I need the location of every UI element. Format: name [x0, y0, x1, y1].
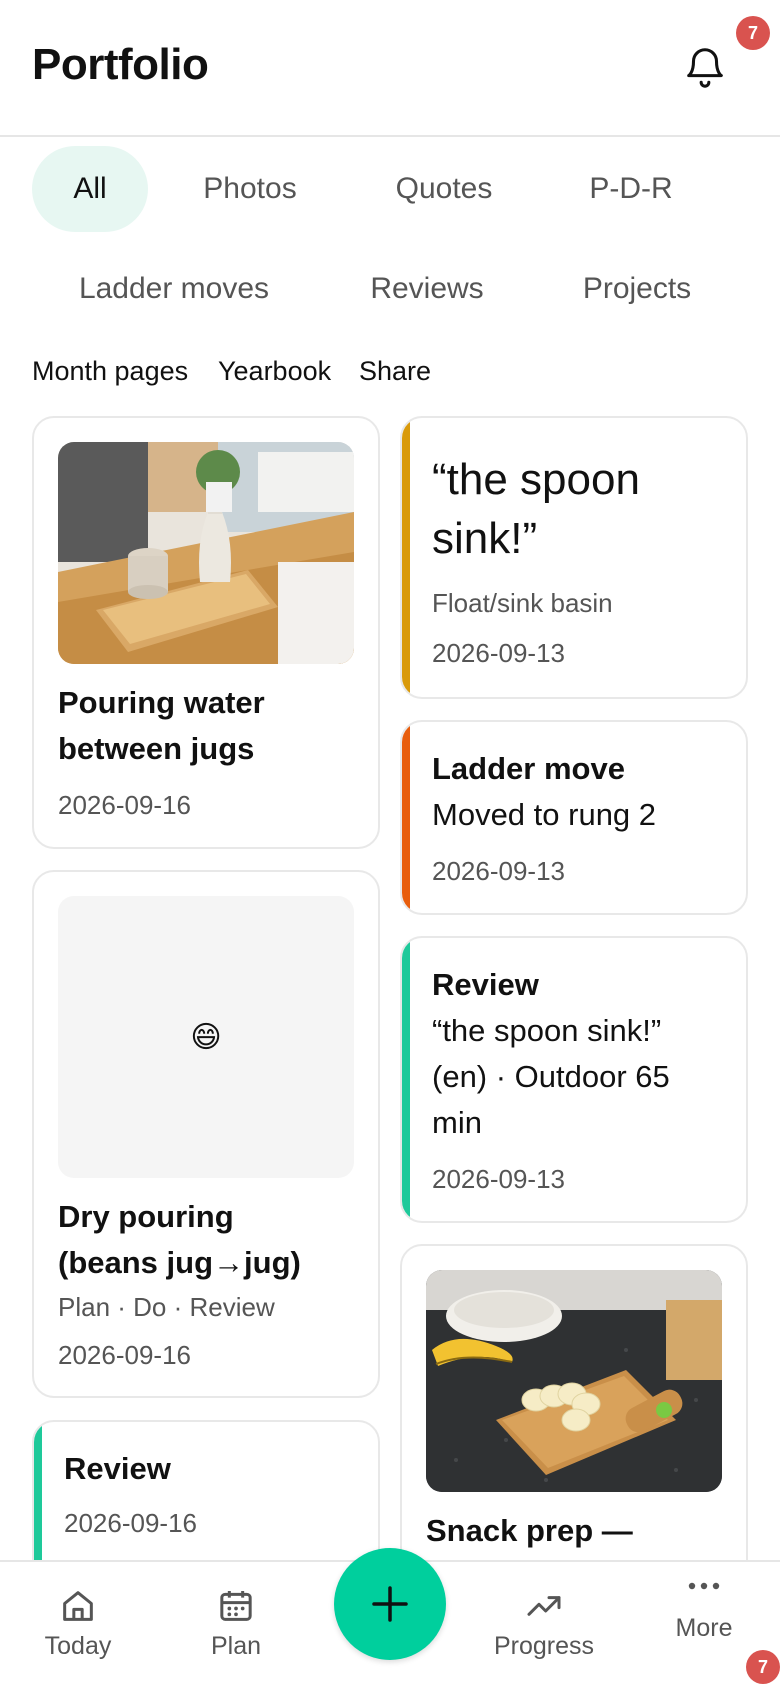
card-tags: Plan · Do · Review	[58, 1292, 275, 1322]
review-accent-bar	[402, 938, 410, 1221]
card-ladder-move[interactable]: Ladder move Moved to rung 2 2026-09-13	[400, 720, 748, 915]
photo-banana-cutting-board	[426, 1270, 722, 1492]
nav-more[interactable]: More	[664, 1574, 744, 1643]
trend-icon	[527, 1596, 561, 1616]
more-badge: 7	[746, 1650, 780, 1684]
card-text-line: min	[432, 1105, 482, 1140]
card-pouring-water[interactable]: Pouring water between jugs 2026-09-16	[32, 416, 380, 849]
filter-chip-all[interactable]: All	[32, 146, 148, 232]
notification-badge: 7	[736, 16, 770, 50]
plus-icon	[372, 1586, 408, 1622]
nav-today[interactable]: Today	[40, 1586, 116, 1661]
nav-label: Progress	[493, 1632, 595, 1660]
photo-jugs-on-tray	[58, 442, 354, 664]
notification-button[interactable]	[682, 44, 728, 90]
quote-text-line: “the spoon	[432, 455, 640, 504]
quote-text-line: sink!”	[432, 514, 538, 563]
filter-chip-ladder-moves[interactable]: Ladder moves	[62, 246, 286, 332]
yearbook-link[interactable]: Yearbook	[218, 356, 331, 387]
filter-chip-projects[interactable]: Projects	[570, 246, 704, 332]
page-title: Portfolio	[32, 40, 209, 89]
card-review[interactable]: Review “the spoon sink!” (en) · Outdoor …	[400, 936, 748, 1223]
card-title: Review	[64, 1451, 171, 1486]
card-text: Moved to rung 2	[432, 797, 657, 832]
card-date: 2026-09-16	[64, 1508, 197, 1538]
nav-progress[interactable]: Progress	[488, 1586, 600, 1661]
home-icon	[63, 1591, 93, 1621]
card-text-line: “the spoon sink!”	[432, 1013, 662, 1048]
quote-source: Float/sink basin	[432, 588, 613, 618]
card-date: 2026-09-16	[58, 1340, 191, 1370]
card-date: 2026-09-13	[432, 1164, 565, 1194]
card-title-line: (beans jug→jug)	[58, 1245, 301, 1280]
card-title: Ladder move	[432, 751, 625, 786]
card-date: 2026-09-13	[432, 856, 565, 886]
card-title: Snack prep —	[426, 1513, 633, 1548]
add-button[interactable]	[334, 1548, 446, 1660]
quote-accent-bar	[402, 418, 410, 697]
filter-chip-quotes[interactable]: Quotes	[382, 146, 506, 232]
card-date: 2026-09-13	[432, 638, 565, 668]
card-quote[interactable]: “the spoon sink!” Float/sink basin 2026-…	[400, 416, 748, 699]
ladder-accent-bar	[402, 722, 410, 913]
filter-chip-photos[interactable]: Photos	[190, 146, 310, 232]
nav-label: More	[675, 1614, 733, 1642]
card-title-line: between jugs	[58, 731, 255, 766]
share-link[interactable]: Share	[359, 356, 431, 387]
nav-label: Plan	[210, 1632, 262, 1660]
bell-icon	[687, 48, 723, 88]
month-pages-link[interactable]: Month pages	[32, 356, 188, 387]
card-text-line: (en) · Outdoor 65	[432, 1059, 670, 1094]
card-title-line: Dry pouring	[58, 1199, 234, 1234]
nav-plan[interactable]: Plan	[196, 1586, 276, 1661]
card-dry-pouring[interactable]: 😄 Dry pouring (beans jug→jug) Plan · Do …	[32, 870, 380, 1398]
calendar-icon	[220, 1591, 252, 1621]
filter-chip-reviews[interactable]: Reviews	[360, 246, 494, 332]
app-header: Portfolio 7	[0, 0, 780, 137]
more-dots-icon	[688, 1582, 720, 1590]
placeholder-image: 😄	[58, 896, 354, 1178]
card-date: 2026-09-16	[58, 790, 191, 820]
nav-label: Today	[44, 1632, 112, 1660]
grinning-face-icon: 😄	[190, 1020, 222, 1054]
card-title-line: Pouring water	[58, 685, 265, 720]
filter-chip-pdr[interactable]: P-D-R	[578, 146, 684, 232]
card-title: Review	[432, 967, 539, 1002]
